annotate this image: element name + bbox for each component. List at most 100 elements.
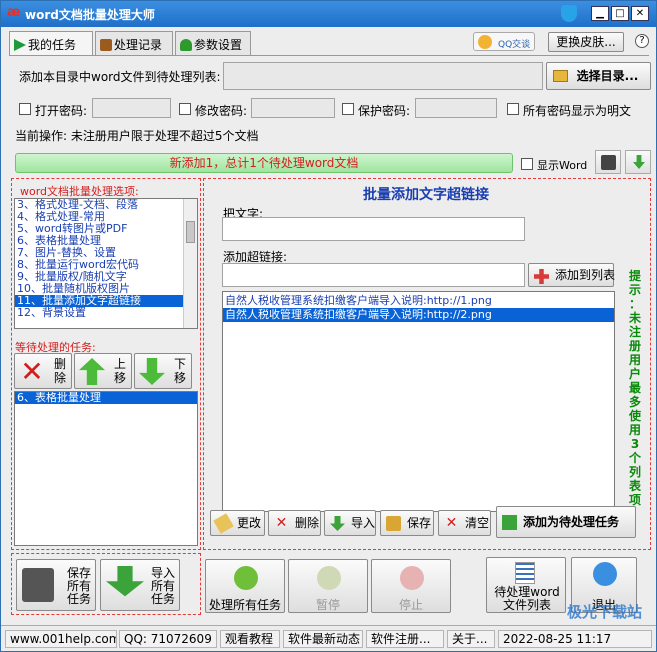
tab-label: 参数设置 (194, 38, 243, 52)
add-task-label: 添加为待处理任务 (523, 515, 620, 529)
protect-password-checkbox[interactable] (342, 103, 354, 115)
panel-title: 批量添加文字超链接 (363, 187, 489, 203)
options-list[interactable]: 3、格式处理-文档、段落 4、格式处理-常用 5、word转图片或PDF 6、表格批量… (14, 198, 198, 329)
select-dir-button[interactable]: 选择目录... (546, 62, 651, 90)
app-window: æ word文档批量处理大师 ▁ □ ✕ 我的任务 处理记录 参数设置 QQ交谈… (0, 0, 657, 652)
pending-task-list[interactable]: 6、表格批量处理 (14, 391, 198, 546)
floppy-icon (22, 568, 54, 602)
briefcase-icon (100, 39, 112, 51)
edit-button[interactable]: 更改 (210, 510, 265, 536)
save-settings-button[interactable] (595, 150, 621, 174)
current-operation: 当前操作: 未注册用户限于处理不超过5个文档 (15, 129, 259, 143)
show-plain-checkbox[interactable] (507, 103, 519, 115)
down-arrow-icon (139, 358, 165, 385)
statusbar-register[interactable]: 软件注册... (366, 630, 444, 648)
process-all-button[interactable]: 处理所有任务 (205, 559, 285, 613)
modify-password-input[interactable] (251, 98, 335, 118)
option-item[interactable]: 12、背景设置 (15, 307, 183, 319)
process-all-label: 处理所有任务 (208, 598, 281, 612)
clear-button[interactable]: ✕ 清空 (438, 510, 491, 536)
app-logo-icon: æ (7, 5, 21, 20)
tab-history[interactable]: 处理记录 (95, 31, 173, 55)
minimize-button[interactable]: ▁ (591, 6, 609, 21)
open-password-label: 打开密码: (35, 104, 88, 118)
options-title: word文档批量处理选项: (20, 185, 139, 198)
delete-link-button[interactable]: ✕ 删除 (268, 510, 321, 536)
move-down-button[interactable]: 下移 (134, 353, 192, 389)
hyperlink-input[interactable] (222, 263, 525, 287)
statusbar-datetime: 2022-08-25 11:17 (498, 630, 652, 648)
play-circle-icon (234, 566, 258, 590)
save-all-tasks-button[interactable]: 保存所有任务 (16, 559, 96, 611)
hyperlink-item[interactable]: 自然人税收管理系统扣缴客户端导入说明:http://2.png (223, 308, 614, 322)
list-icon (515, 562, 535, 584)
qq-chat-button[interactable]: QQ交谈 (473, 32, 535, 51)
statusbar-tutorial[interactable]: 观看教程 (220, 630, 280, 648)
stop-button[interactable]: 停止 (371, 559, 451, 613)
edit-icon (213, 513, 234, 534)
link-text-input[interactable] (222, 217, 525, 241)
save-all-label: 保存所有任务 (66, 566, 91, 606)
statusbar-about[interactable]: 关于... (447, 630, 495, 648)
load-settings-button[interactable] (625, 150, 651, 174)
tab-label: 处理记录 (114, 38, 163, 52)
statusbar-news[interactable]: 软件最新动态 (283, 630, 363, 648)
modify-password-checkbox[interactable] (179, 103, 191, 115)
clear-label: 清空 (465, 516, 490, 530)
close-button[interactable]: ✕ (631, 6, 649, 21)
download-icon (633, 155, 645, 169)
import-all-tasks-button[interactable]: 导入所有任务 (100, 559, 180, 611)
pause-icon (317, 566, 341, 590)
select-dir-label: 选择目录... (576, 69, 639, 83)
protect-password-input[interactable] (415, 98, 497, 118)
open-password-checkbox[interactable] (19, 103, 31, 115)
delete-label: 删除 (295, 516, 320, 530)
hyperlink-item[interactable]: 自然人税收管理系统扣缴客户端导入说明:http://1.png (223, 294, 614, 308)
pause-button[interactable]: 暂停 (288, 559, 368, 613)
delete-task-button[interactable]: ✕ 删除 (14, 353, 72, 389)
statusbar-website[interactable]: www.001help.com (5, 630, 117, 648)
pause-label: 暂停 (315, 598, 340, 612)
help-icon[interactable]: ? (635, 34, 649, 48)
tree-icon (180, 39, 192, 51)
stop-label: 停止 (398, 598, 423, 612)
protect-password-label: 保护密码: (358, 104, 411, 118)
maximize-button[interactable]: □ (611, 6, 629, 21)
move-up-button[interactable]: 上移 (74, 353, 132, 389)
scroll-thumb[interactable] (186, 221, 195, 243)
stop-icon (400, 566, 424, 590)
save-icon (386, 516, 401, 531)
import-label: 导入 (351, 516, 376, 530)
folder-icon (553, 70, 568, 82)
add-task-button[interactable]: 添加为待处理任务 (496, 506, 636, 538)
clear-icon: ✕ (445, 515, 458, 531)
pending-files-button[interactable]: 待处理word文件列表 (486, 557, 566, 613)
register-hint: 提示：未注册用户最多使用 3 个列表项 (628, 269, 641, 507)
hyperlink-list[interactable]: 自然人税收管理系统扣缴客户端导入说明:http://1.png 自然人税收管理系统… (222, 291, 615, 512)
add-to-list-button[interactable]: 添加到列表 (528, 263, 616, 287)
move-down-label: 下移 (173, 357, 186, 385)
import-all-label: 导入所有任务 (150, 566, 175, 606)
floppy-icon (601, 155, 616, 170)
pending-task-item[interactable]: 6、表格批量处理 (15, 392, 197, 404)
red-x-icon: ✕ (20, 355, 44, 388)
tab-settings[interactable]: 参数设置 (175, 31, 251, 55)
window-title: word文档批量处理大师 (25, 8, 155, 22)
open-password-input[interactable] (92, 98, 171, 118)
import-button[interactable]: 导入 (324, 510, 376, 536)
edit-label: 更改 (237, 516, 262, 530)
change-skin-button[interactable]: 更换皮肤... (548, 32, 624, 52)
save-button[interactable]: 保存 (380, 510, 434, 536)
pending-files-label: 待处理word文件列表 (494, 585, 560, 612)
skin-gem-icon[interactable] (561, 5, 577, 22)
move-up-label: 上移 (113, 357, 126, 385)
dir-path-field[interactable] (223, 62, 543, 90)
options-scrollbar[interactable] (183, 199, 197, 328)
delete-icon: ✕ (275, 515, 288, 531)
show-word-checkbox[interactable] (521, 158, 533, 170)
add-icon (534, 269, 549, 284)
add-to-list-label: 添加到列表 (555, 268, 616, 282)
statusbar-qq: QQ: 71072609 (119, 630, 217, 648)
delete-task-label: 删除 (53, 357, 66, 385)
tab-my-tasks[interactable]: 我的任务 (9, 31, 93, 56)
